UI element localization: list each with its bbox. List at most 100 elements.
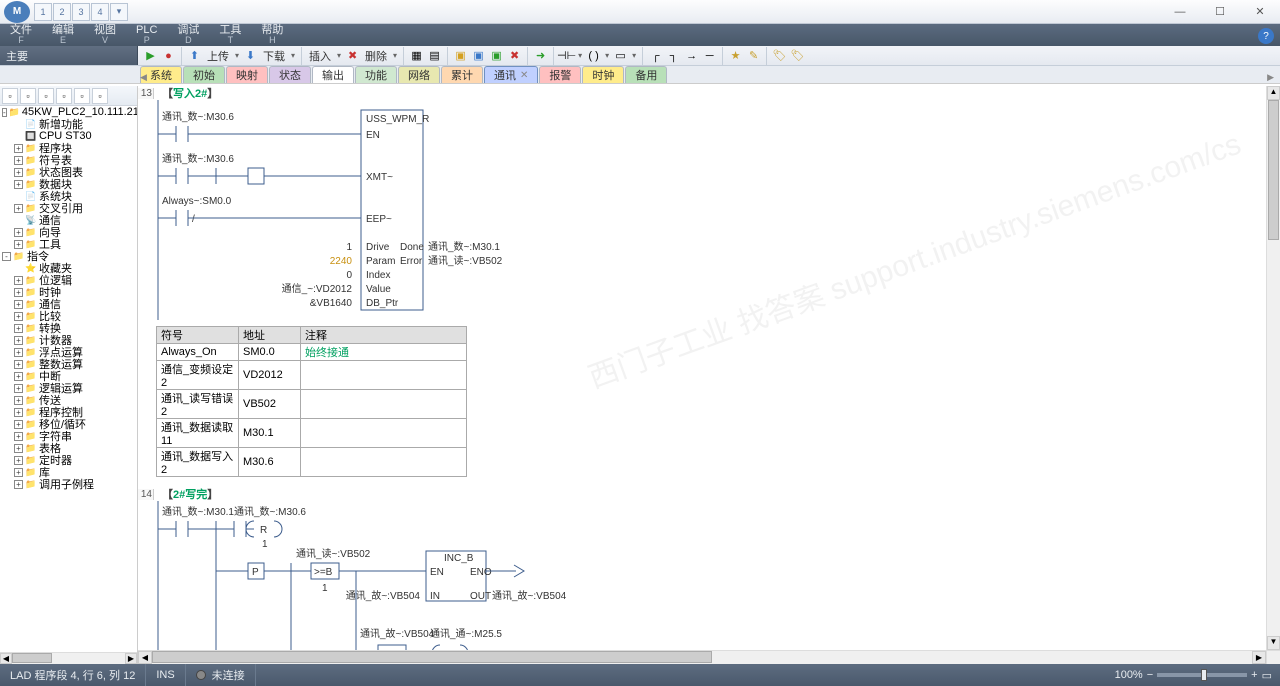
- tree-expander[interactable]: +: [14, 144, 23, 153]
- tree-expander[interactable]: -: [2, 108, 7, 117]
- download-icon[interactable]: ⬇: [242, 47, 259, 64]
- delete-icon[interactable]: ✖: [344, 47, 361, 64]
- close-button[interactable]: ✕: [1240, 1, 1280, 23]
- ladder-canvas[interactable]: 西门子工业 找答案 support.industry.siemens.com/c…: [138, 86, 1266, 650]
- menu-P[interactable]: PLCP: [126, 24, 167, 46]
- menu-D[interactable]: 调试D: [167, 24, 209, 46]
- help-icon[interactable]: ?: [1258, 28, 1274, 44]
- menu-H[interactable]: 帮助H: [251, 24, 293, 46]
- tree-expander[interactable]: +: [14, 228, 23, 237]
- tree-expander[interactable]: +: [14, 156, 23, 165]
- upload-icon[interactable]: ⬆: [186, 47, 203, 64]
- menu-T[interactable]: 工具T: [209, 24, 251, 46]
- tab-初始[interactable]: 初始: [183, 66, 225, 83]
- tab-通讯[interactable]: 通讯✕: [484, 66, 538, 83]
- tag-icon-1[interactable]: 🏷: [771, 47, 788, 64]
- tree-node[interactable]: +📁调用子例程: [0, 478, 137, 490]
- tree-expander[interactable]: +: [14, 432, 23, 441]
- tree-expander[interactable]: +: [14, 396, 23, 405]
- tab-close-icon[interactable]: ✕: [520, 70, 528, 81]
- tab-功能[interactable]: 功能: [355, 66, 397, 83]
- tree-node[interactable]: +📁字符串: [0, 430, 137, 442]
- tool-icon-2[interactable]: ▤: [426, 47, 443, 64]
- tree-expander[interactable]: +: [14, 288, 23, 297]
- qat-dropdown[interactable]: ▾: [110, 3, 128, 21]
- branch-icon-1[interactable]: ┌: [647, 47, 664, 64]
- tab-映射[interactable]: 映射: [226, 66, 268, 83]
- tree-btn-3[interactable]: ▫: [38, 88, 54, 104]
- tree-btn-5[interactable]: ▫: [74, 88, 90, 104]
- menu-V[interactable]: 视图V: [84, 24, 126, 46]
- branch-icon-2[interactable]: ┐: [665, 47, 682, 64]
- project-tree[interactable]: -📁45KW_PLC2_10.111.212.1📄新增功能🔲CPU ST30+📁…: [0, 106, 137, 652]
- zoom-in-icon[interactable]: +: [1251, 669, 1257, 681]
- qat-1[interactable]: 1: [34, 3, 52, 21]
- tree-expander[interactable]: +: [14, 420, 23, 429]
- insert-label[interactable]: 插入: [306, 48, 334, 64]
- tab-网络[interactable]: 网络: [398, 66, 440, 83]
- app-menu-button[interactable]: M: [4, 1, 30, 23]
- maximize-button[interactable]: ☐: [1200, 1, 1240, 23]
- tree-expander[interactable]: +: [14, 240, 23, 249]
- tool-icon-5[interactable]: ▣: [488, 47, 505, 64]
- tree-btn-2[interactable]: ▫: [20, 88, 36, 104]
- tree-expander[interactable]: +: [14, 480, 23, 489]
- tree-node[interactable]: +📁逻辑运算: [0, 382, 137, 394]
- tab-报警[interactable]: 报警: [539, 66, 581, 83]
- tree-btn-6[interactable]: ▫: [92, 88, 108, 104]
- tab-scroll-left[interactable]: ◀: [140, 72, 147, 83]
- tree-expander[interactable]: +: [14, 324, 23, 333]
- tree-node[interactable]: +📁通信: [0, 298, 137, 310]
- tree-expander[interactable]: +: [14, 384, 23, 393]
- tree-expander[interactable]: +: [14, 456, 23, 465]
- tree-expander[interactable]: +: [14, 360, 23, 369]
- tab-备用[interactable]: 备用: [625, 66, 667, 83]
- tree-expander[interactable]: +: [14, 336, 23, 345]
- bookmark-icon[interactable]: ★: [727, 47, 744, 64]
- qat-4[interactable]: 4: [91, 3, 109, 21]
- editor-vscrollbar[interactable]: ▲▼: [1266, 86, 1280, 650]
- tree-expander[interactable]: +: [14, 300, 23, 309]
- edit-icon[interactable]: ✎: [745, 47, 762, 64]
- zoom-control[interactable]: 100% − + ▭: [1107, 669, 1280, 682]
- tab-scroll-right[interactable]: ▶: [1261, 72, 1280, 83]
- tree-expander[interactable]: +: [14, 444, 23, 453]
- tree-expander[interactable]: +: [14, 168, 23, 177]
- tree-expander[interactable]: +: [14, 180, 23, 189]
- tree-node[interactable]: 📄新增功能: [0, 118, 137, 130]
- tree-expander[interactable]: +: [14, 348, 23, 357]
- qat-2[interactable]: 2: [53, 3, 71, 21]
- tree-expander[interactable]: +: [14, 408, 23, 417]
- qat-3[interactable]: 3: [72, 3, 90, 21]
- tab-时钟[interactable]: 时钟: [582, 66, 624, 83]
- tool-icon-1[interactable]: ▦: [408, 47, 425, 64]
- tree-node[interactable]: +📁比较: [0, 310, 137, 322]
- coil-icon[interactable]: ( ): [585, 47, 602, 64]
- tree-node[interactable]: +📁整数运算: [0, 358, 137, 370]
- tree-node[interactable]: +📁位逻辑: [0, 274, 137, 286]
- download-label[interactable]: 下载: [260, 48, 288, 64]
- stop-icon[interactable]: ●: [160, 47, 177, 64]
- tree-expander[interactable]: +: [14, 372, 23, 381]
- tag-icon-2[interactable]: 🏷: [789, 47, 806, 64]
- box-icon[interactable]: ▭: [612, 47, 629, 64]
- tree-expander[interactable]: +: [14, 312, 23, 321]
- tree-node[interactable]: +📁向导: [0, 226, 137, 238]
- tree-expander[interactable]: -: [2, 252, 11, 261]
- tool-icon-4[interactable]: ▣: [470, 47, 487, 64]
- branch-icon-3[interactable]: →: [683, 47, 700, 64]
- tree-node[interactable]: +📁工具: [0, 238, 137, 250]
- editor-hscrollbar[interactable]: ◀▶: [138, 650, 1266, 664]
- tool-icon-6[interactable]: ✖: [506, 47, 523, 64]
- delete-label[interactable]: 删除: [362, 48, 390, 64]
- tree-expander[interactable]: +: [14, 468, 23, 477]
- tab-累计[interactable]: 累计: [441, 66, 483, 83]
- zoom-fit-icon[interactable]: ▭: [1262, 669, 1272, 682]
- tool-icon-3[interactable]: ▣: [452, 47, 469, 64]
- run-icon[interactable]: ▶: [142, 47, 159, 64]
- tree-btn-1[interactable]: ▫: [2, 88, 18, 104]
- tree-node[interactable]: +📁定时器: [0, 454, 137, 466]
- branch-icon-4[interactable]: ─: [701, 47, 718, 64]
- tab-输出[interactable]: 输出: [312, 66, 354, 83]
- zoom-slider[interactable]: [1157, 673, 1247, 677]
